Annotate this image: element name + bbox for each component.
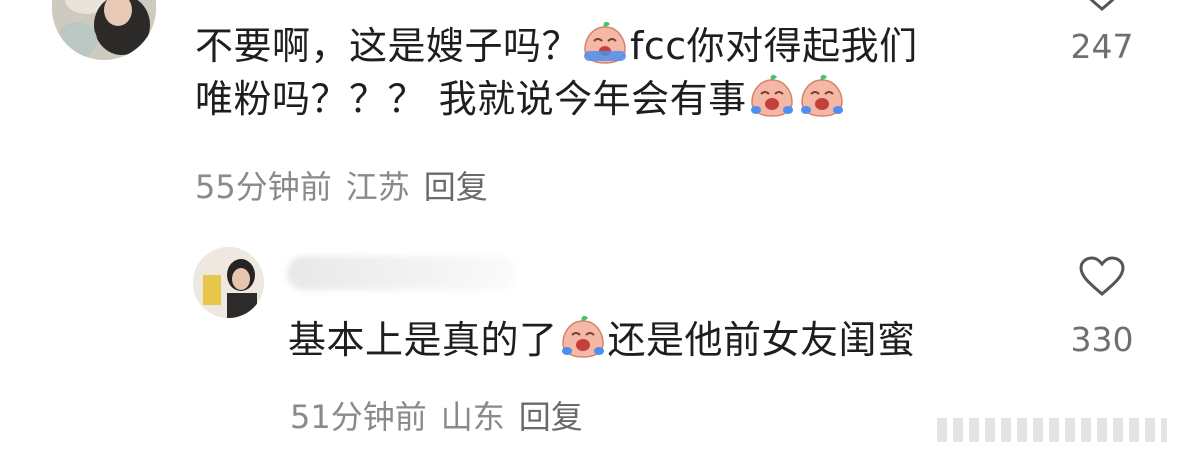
comment-text-part: 唯粉吗？？？ 我就说今年会有事 bbox=[195, 77, 747, 121]
like-count: 330 bbox=[1070, 320, 1134, 359]
heart-outline-icon[interactable] bbox=[1078, 256, 1126, 302]
crying-peach-emoji-icon bbox=[580, 21, 630, 65]
watermark bbox=[937, 418, 1167, 442]
crying-peach-emoji-icon bbox=[558, 315, 608, 359]
reply-text-part: 基本上是真的了 bbox=[288, 318, 558, 362]
reply-button[interactable]: 回复 bbox=[424, 168, 488, 206]
reply-text: 基本上是真的了 还是他前女友闺蜜 bbox=[288, 314, 916, 367]
comment-text: 不要啊，这是嫂子吗？ fcc你对得起我们 唯粉吗？？？ 我就说今年会有事 bbox=[195, 20, 918, 126]
reply-avatar[interactable] bbox=[193, 247, 264, 318]
like-count: 247 bbox=[1070, 27, 1134, 66]
reply-location: 山东 bbox=[440, 398, 505, 436]
comment-meta: 55分钟前 江苏 回复 bbox=[195, 162, 502, 208]
reply-button[interactable]: 回复 bbox=[519, 398, 583, 436]
commenter-avatar[interactable] bbox=[52, 0, 156, 60]
reply-time: 51分钟前 bbox=[290, 398, 427, 436]
comment-location: 江苏 bbox=[345, 168, 410, 206]
reply-text-part: 还是他前女友闺蜜 bbox=[607, 318, 916, 362]
comment-time: 55分钟前 bbox=[195, 168, 332, 206]
comment-text-part: fcc你对得起我们 bbox=[630, 24, 918, 68]
reply-meta: 51分钟前 山东 回复 bbox=[290, 392, 597, 438]
comment-text-part: 不要啊，这是嫂子吗？ bbox=[195, 24, 581, 68]
blurred-username bbox=[287, 256, 517, 290]
crying-peach-emoji-icon bbox=[797, 74, 847, 118]
crying-peach-emoji-icon bbox=[747, 74, 797, 118]
heart-outline-icon[interactable] bbox=[1080, 0, 1124, 16]
